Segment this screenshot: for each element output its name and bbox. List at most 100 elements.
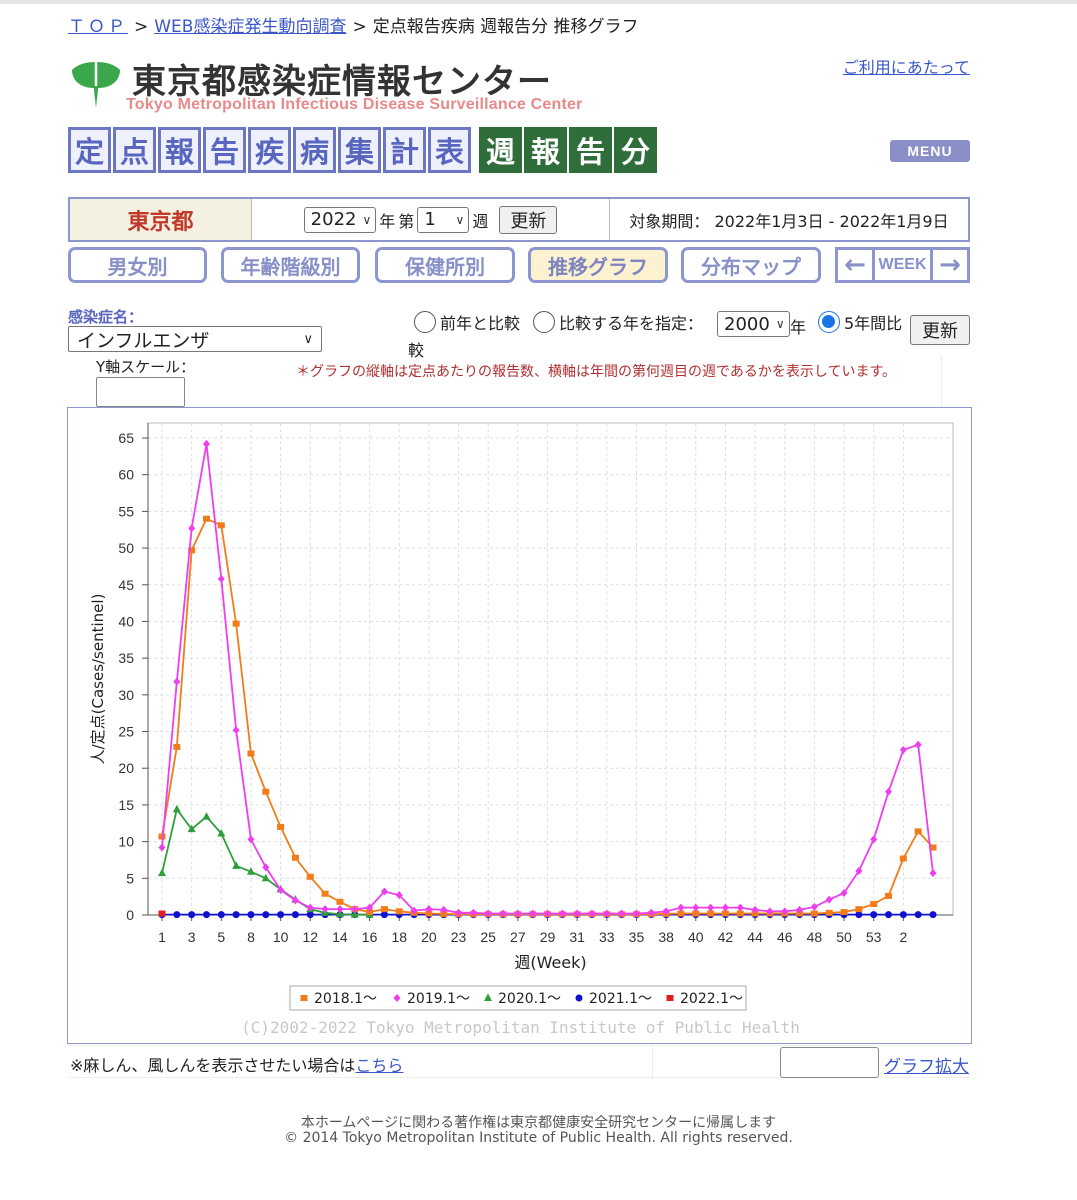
banner-week-tile: 告 — [569, 127, 612, 173]
y-axis-label: 人/定点(Cases/sentinel) — [89, 594, 107, 765]
y-tick-label: 25 — [118, 724, 134, 740]
bottom-row: ※麻しん、風しんを表示させたい場合はこちら グラフ拡大 — [68, 1045, 970, 1079]
chart-copyright: (C)2002-2022 Tokyo Metropolitan Institut… — [241, 1018, 800, 1037]
measles-link[interactable]: こちら — [355, 1056, 403, 1075]
series-2022.1〜 — [158, 910, 166, 917]
site-subtitle: Tokyo Metropolitan Infectious Disease Su… — [126, 96, 583, 113]
arrow-left-icon[interactable]: ← — [838, 250, 872, 280]
y-scale-input[interactable] — [96, 377, 185, 407]
menu-button[interactable]: MENU — [890, 140, 970, 162]
page-banner: 定 点 報 告 疾 病 集 計 表 週 報 告 分 — [68, 127, 659, 173]
data-point — [855, 911, 863, 919]
breadcrumb-separator: > — [352, 17, 367, 37]
x-tick-label: 2 — [899, 929, 907, 945]
compare-year-option[interactable]: 比較する年を指定： — [533, 310, 703, 334]
x-tick-label: 23 — [451, 929, 467, 945]
five-year-radio[interactable] — [818, 311, 840, 333]
x-tick-label: 16 — [362, 929, 378, 945]
tab-by-health-center[interactable]: 保健所別 — [375, 247, 515, 283]
banner-tile: 疾 — [248, 127, 291, 173]
legend-label: 2019.1〜 — [407, 991, 470, 1007]
banner-tile: 病 — [293, 127, 336, 173]
banner-week-tile: 分 — [614, 127, 657, 173]
breadcrumb-top-link[interactable]: ＴＯＰ — [68, 17, 128, 37]
x-tick-label: 3 — [188, 929, 196, 945]
tab-trend-graph[interactable]: 推移グラフ — [528, 247, 668, 283]
view-tabs: 男女別 年齢階級別 保健所別 推移グラフ 分布マップ ← WEEK → — [68, 247, 970, 283]
chart-container: 0 5 10 15 20 25 30 35 40 45 50 55 60 65 1 3 5 8 10 12 14 16 18… — [67, 407, 972, 1044]
arrow-right-icon[interactable]: → — [933, 250, 967, 280]
breadcrumb-survey-link[interactable]: WEB感染症発生動向調査 — [154, 17, 346, 37]
compare-prev-radio[interactable] — [414, 311, 436, 333]
compare-year-select[interactable]: 2000 ∨ — [717, 311, 790, 337]
data-point — [158, 910, 166, 917]
compare-year-radio[interactable] — [533, 311, 555, 333]
footer-copyright-ja: 本ホームページに関わる著作権は東京都健康安全研究センターに帰属します — [300, 1115, 777, 1131]
y-scale-label: Y軸スケール： — [96, 358, 196, 376]
x-tick-label: 53 — [866, 929, 882, 945]
data-point — [870, 900, 878, 907]
zoom-input[interactable] — [780, 1047, 879, 1078]
chevron-down-icon: ∨ — [362, 212, 372, 227]
data-point — [232, 620, 240, 627]
x-tick-label: 1 — [158, 929, 166, 945]
data-point — [247, 750, 255, 757]
footer-copyright-en: © 2014 Tokyo Metropolitan Institute of P… — [284, 1130, 793, 1146]
data-point — [840, 909, 848, 916]
year-select[interactable]: 2022 ∨ — [303, 206, 377, 233]
data-point — [885, 911, 893, 919]
tab-by-age-group[interactable]: 年齢階級別 — [221, 247, 360, 283]
legend-label: 2021.1〜 — [589, 991, 652, 1007]
chevron-down-icon: ∨ — [455, 212, 465, 227]
disease-select[interactable]: インフルエンザ ∨ — [68, 326, 322, 352]
data-point — [202, 515, 210, 522]
graph-update-button[interactable]: 更新 — [910, 315, 970, 345]
x-tick-label: 38 — [658, 929, 674, 945]
x-axis-label: 週(Week) — [514, 953, 586, 972]
data-point — [247, 911, 255, 919]
data-point — [914, 828, 922, 835]
banner-week-tile: 週 — [479, 127, 522, 173]
week-navigator: ← WEEK → — [835, 247, 970, 283]
x-tick-label: 48 — [807, 929, 823, 945]
y-tick-label: 45 — [118, 577, 134, 593]
update-button[interactable]: 更新 — [499, 205, 558, 234]
data-point — [188, 911, 196, 919]
selection-bar: 東京都 2022 ∨ 年 第 1 ∨ 週 更新 対象期間： 2022年1月3日 - … — [68, 197, 970, 242]
x-tick-label: 29 — [540, 929, 556, 945]
x-tick-label: 35 — [629, 929, 645, 945]
graph-zoom-link[interactable]: グラフ拡大 — [884, 1052, 969, 1077]
legend-label: 2020.1〜 — [498, 991, 561, 1007]
period-label: 対象期間： — [629, 211, 710, 231]
data-point — [300, 995, 308, 1001]
trend-chart: 051015202530354045505560651 3 5 8 10 12 14 16 18… — [89, 422, 954, 1037]
x-tick-label: 25 — [480, 929, 496, 945]
data-point — [277, 823, 285, 830]
data-point — [217, 911, 225, 919]
chevron-down-icon: ∨ — [303, 331, 313, 347]
tab-distribution-map[interactable]: 分布マップ — [681, 247, 821, 283]
year-suffix: 年 — [379, 211, 396, 231]
data-point — [810, 910, 818, 917]
x-tick-label: 46 — [777, 929, 793, 945]
data-point — [336, 898, 344, 905]
chevron-down-icon: ∨ — [775, 317, 785, 331]
ginkgo-logo-icon — [72, 62, 120, 108]
breadcrumb: ＴＯＰ > WEB感染症発生動向調査 > 定点報告疾病 週報告分 推移グラフ — [68, 12, 639, 37]
y-tick-label: 65 — [118, 430, 134, 446]
banner-tile: 集 — [338, 127, 381, 173]
week-select[interactable]: 1 ∨ — [417, 206, 470, 233]
x-tick-label: 40 — [688, 929, 704, 945]
data-point — [380, 911, 388, 919]
five-year-option[interactable]: 5年間比 — [818, 310, 902, 334]
year-week-selector: 2022 ∨ 年 第 1 ∨ 週 更新 — [252, 199, 610, 240]
compare-prev-option[interactable]: 前年と比較 — [414, 310, 520, 334]
y-tick-label: 55 — [118, 503, 134, 519]
row-divider — [652, 1046, 653, 1079]
x-tick-label: 50 — [836, 929, 852, 945]
usage-guide-link[interactable]: ご利用にあたって — [843, 54, 970, 78]
tab-by-sex[interactable]: 男女別 — [68, 247, 207, 283]
data-point — [262, 788, 270, 795]
y-tick-label: 10 — [118, 834, 134, 850]
banner-tile: 計 — [383, 127, 426, 173]
